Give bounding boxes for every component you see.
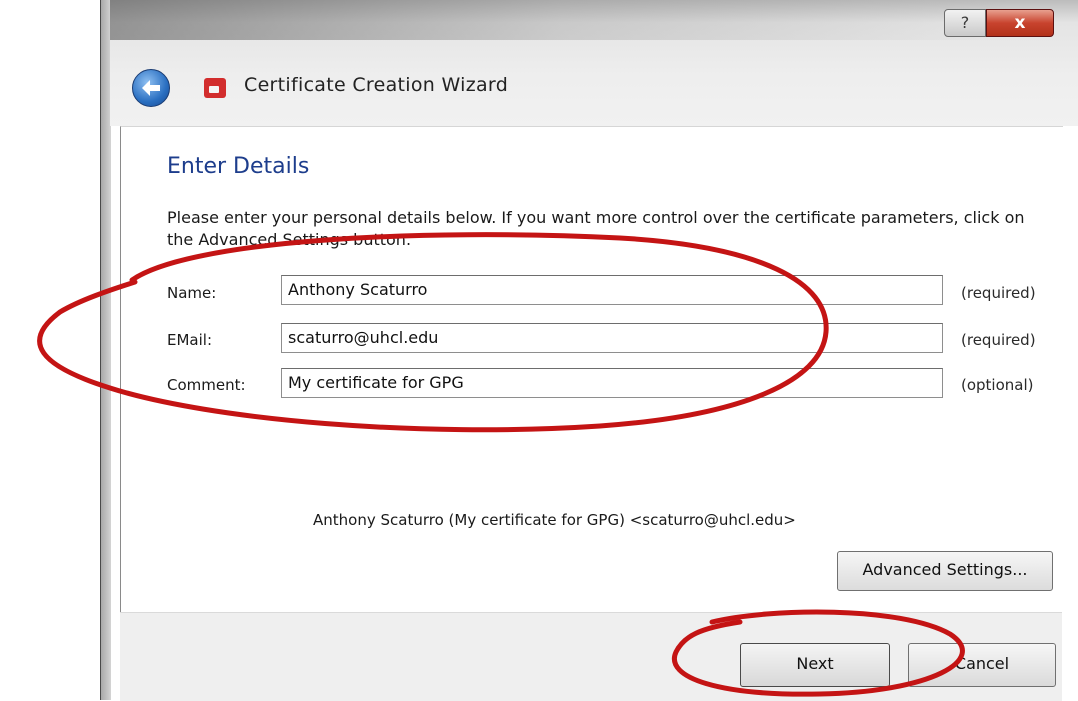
intro-text: Please enter your personal details below… xyxy=(167,208,1025,249)
comment-label: Comment: xyxy=(167,376,246,394)
wizard-title: Certificate Creation Wizard xyxy=(244,74,509,96)
user-id-preview: Anthony Scaturro (My certificate for GPG… xyxy=(313,511,796,529)
close-icon: x xyxy=(1014,13,1026,33)
comment-field[interactable]: My certificate for GPG xyxy=(281,368,943,398)
back-button[interactable] xyxy=(132,69,170,107)
title-bar-glass xyxy=(110,0,1010,40)
wizard-window: ? x Certificate Creation Wizard Enter De… xyxy=(100,0,1078,701)
page-title: Enter Details xyxy=(167,154,310,179)
back-arrow-icon xyxy=(142,80,160,96)
next-button[interactable]: Next xyxy=(740,643,890,687)
name-required-hint: (required) xyxy=(961,284,1036,302)
name-label: Name: xyxy=(167,284,217,302)
comment-optional-hint: (optional) xyxy=(961,376,1034,394)
email-label: EMail: xyxy=(167,331,212,349)
wizard-content: Enter Details Please enter your personal… xyxy=(120,126,1063,613)
title-bar: ? x Certificate Creation Wizard xyxy=(110,0,1078,126)
email-required-hint: (required) xyxy=(961,331,1036,349)
cancel-button[interactable]: Cancel xyxy=(908,643,1056,687)
name-field[interactable]: Anthony Scaturro xyxy=(281,275,943,305)
help-icon: ? xyxy=(960,13,970,32)
certificate-app-icon xyxy=(204,78,226,98)
email-field[interactable]: scaturro@uhcl.edu xyxy=(281,323,943,353)
button-bar: Next Cancel xyxy=(120,612,1062,701)
advanced-settings-button[interactable]: Advanced Settings... xyxy=(837,551,1053,591)
help-button[interactable]: ? xyxy=(944,9,986,37)
close-button[interactable]: x xyxy=(986,9,1054,37)
